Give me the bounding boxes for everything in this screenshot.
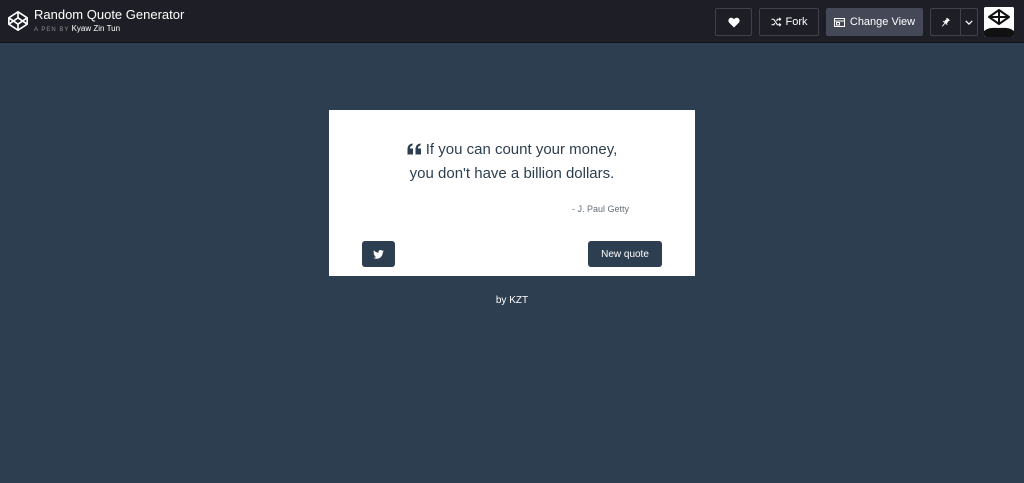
pin-icon xyxy=(941,17,950,27)
pen-title: Random Quote Generator xyxy=(34,7,185,22)
pin-button[interactable] xyxy=(930,8,961,36)
codepen-avatar-icon xyxy=(984,7,1014,37)
quote-line-1: If you can count your money, xyxy=(425,141,618,158)
tweet-quote-button[interactable] xyxy=(362,241,395,267)
love-button[interactable] xyxy=(715,8,752,36)
twitter-icon xyxy=(373,249,384,259)
change-view-label: Change View xyxy=(849,16,916,28)
fork-label: Fork xyxy=(785,16,808,28)
pen-info: Random Quote Generator A PEN BY Kyaw Zin… xyxy=(34,7,184,35)
quote-author: - J. Paul Getty xyxy=(571,204,629,214)
quote-left-icon xyxy=(407,143,421,155)
quote-line-2: you don't have a billion dollars. xyxy=(409,165,615,182)
quote-box: If you can count your money, you don't h… xyxy=(329,110,695,276)
footer-credit: by KZT xyxy=(495,295,529,306)
codepen-header: Random Quote Generator A PEN BY Kyaw Zin… xyxy=(0,0,1024,43)
quote-text: If you can count your money, you don't h… xyxy=(359,138,665,186)
byline-prefix: A PEN BY xyxy=(34,27,70,33)
pen-byline: A PEN BY Kyaw Zin Tun xyxy=(34,24,184,35)
chevron-down-icon xyxy=(965,19,973,25)
quote-author-name: J. Paul Getty xyxy=(577,204,629,214)
user-avatar[interactable] xyxy=(984,7,1014,37)
change-view-icon xyxy=(833,17,845,27)
pen-author-link[interactable]: Kyaw Zin Tun xyxy=(72,24,120,33)
codepen-logo-icon[interactable] xyxy=(7,10,29,32)
change-view-button[interactable]: Change View xyxy=(826,8,923,36)
new-quote-button[interactable]: New quote xyxy=(588,241,662,267)
pin-menu-dropdown[interactable] xyxy=(960,8,978,36)
fork-icon xyxy=(770,17,781,27)
heart-icon xyxy=(727,17,740,27)
fork-button[interactable]: Fork xyxy=(759,8,819,36)
